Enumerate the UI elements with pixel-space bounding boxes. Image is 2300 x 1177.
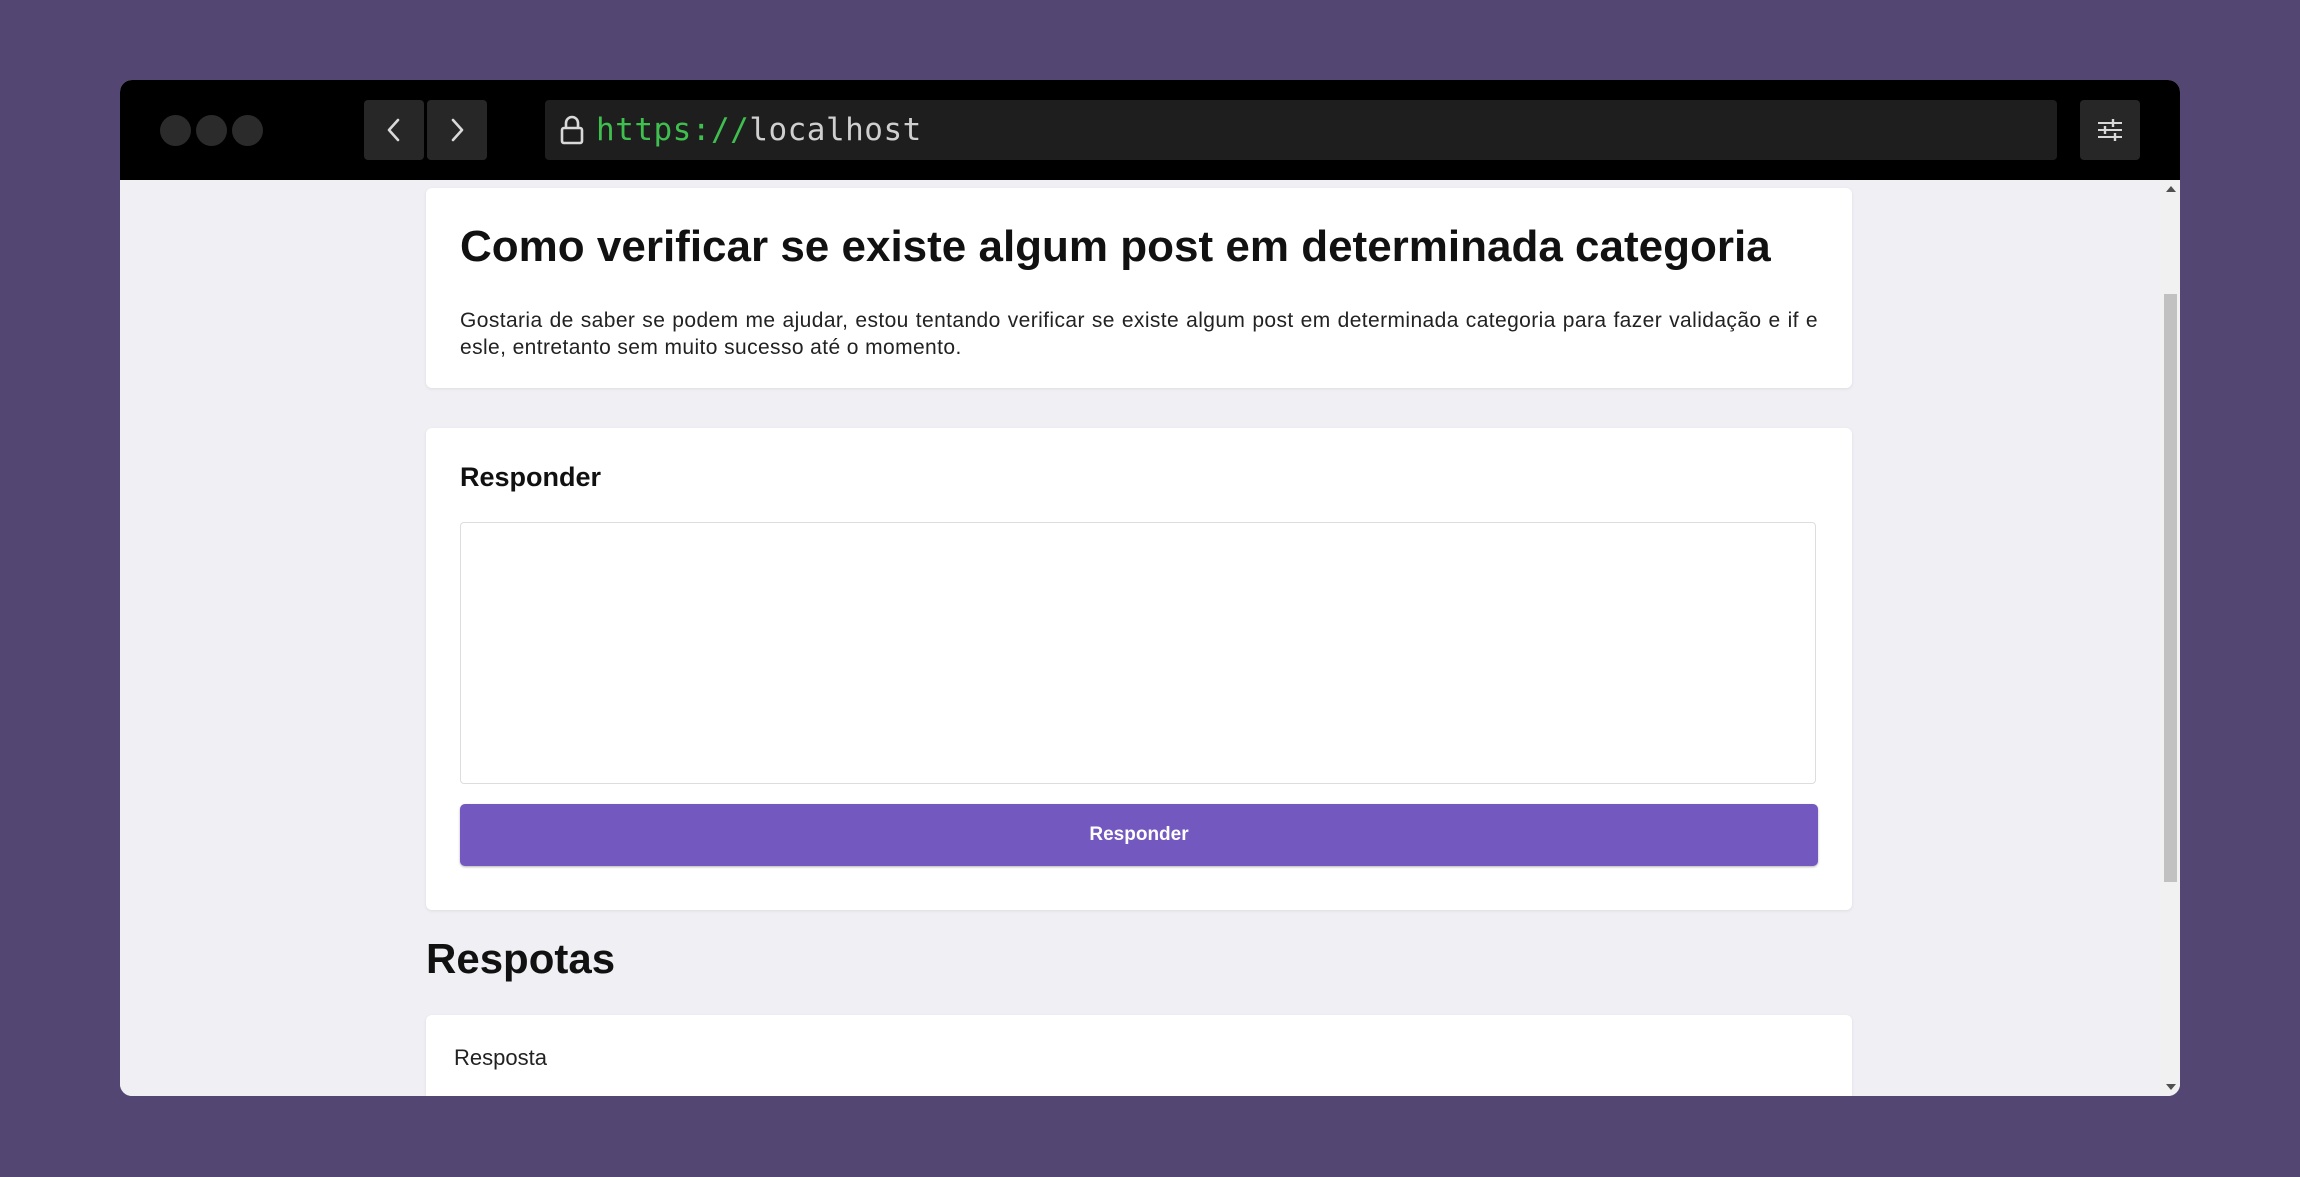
post-title: Como verificar se existe algum post em d… — [460, 222, 1771, 271]
settings-button[interactable] — [2080, 100, 2140, 160]
browser-toolbar: https://localhost — [120, 80, 2180, 180]
page-viewport: Como verificar se existe algum post em d… — [120, 180, 2160, 1096]
address-bar[interactable]: https://localhost — [545, 100, 2057, 160]
browser-window: https://localhost Como verificar se exis… — [120, 80, 2180, 1096]
forward-button[interactable] — [427, 100, 487, 160]
chevron-left-icon — [387, 118, 400, 142]
answer-text: Resposta — [454, 1045, 547, 1070]
sliders-icon — [2098, 119, 2122, 141]
reply-form-title: Responder — [460, 462, 602, 492]
window-control-close[interactable] — [160, 115, 191, 146]
chevron-right-icon — [451, 118, 464, 142]
reply-form-card: Responder Responder — [426, 428, 1852, 910]
vertical-scrollbar[interactable] — [2160, 180, 2180, 1096]
answers-heading: Respotas — [426, 935, 616, 982]
post-body: Gostaria de saber se podem me ajudar, es… — [460, 309, 1818, 359]
scroll-up-arrow-icon[interactable] — [2166, 186, 2176, 192]
reply-submit-button[interactable]: Responder — [460, 804, 1818, 866]
back-button[interactable] — [364, 100, 424, 160]
url-host: localhost — [749, 112, 922, 148]
lock-icon — [558, 114, 586, 146]
window-control-minimize[interactable] — [196, 115, 227, 146]
scrollbar-thumb[interactable] — [2164, 294, 2177, 882]
post-card: Como verificar se existe algum post em d… — [426, 188, 1852, 388]
scroll-down-arrow-icon[interactable] — [2166, 1084, 2176, 1090]
reply-textarea[interactable] — [460, 522, 1816, 784]
url-scheme: https:// — [596, 112, 750, 148]
url-text: https://localhost — [596, 112, 922, 148]
window-control-maximize[interactable] — [232, 115, 263, 146]
answer-card: Resposta — [426, 1015, 1852, 1096]
